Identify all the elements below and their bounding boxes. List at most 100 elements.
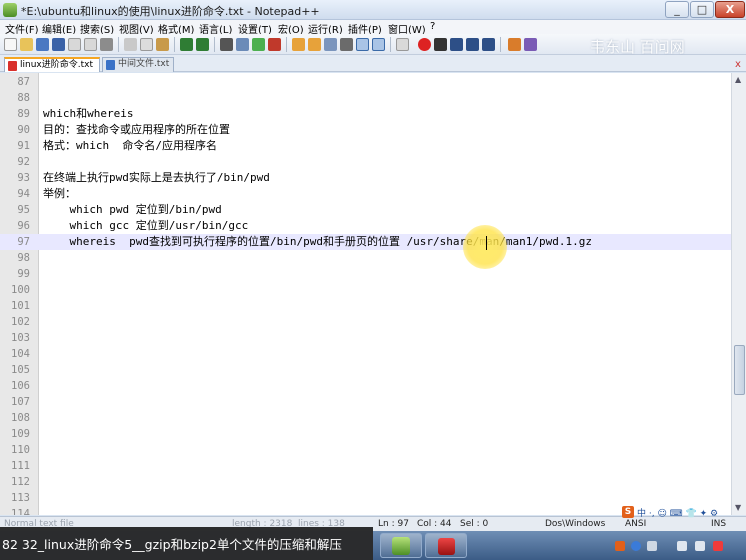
- network-tray-icon[interactable]: [677, 541, 687, 551]
- editor-line[interactable]: 113: [0, 490, 731, 506]
- editor-line[interactable]: 89 which和whereis: [0, 106, 731, 122]
- editor-line[interactable]: 110: [0, 442, 731, 458]
- editor-line[interactable]: 87: [0, 74, 731, 90]
- line-number: 93: [17, 172, 30, 184]
- cut-icon[interactable]: [124, 38, 137, 51]
- editor-line[interactable]: 96 which gcc 定位到/usr/bin/gcc: [0, 218, 731, 234]
- editor-line[interactable]: 111: [0, 458, 731, 474]
- maximize-button[interactable]: □: [690, 1, 714, 18]
- editor-line[interactable]: 102: [0, 314, 731, 330]
- tab-label: 中间文件.txt: [118, 59, 170, 69]
- save-macro-icon[interactable]: [482, 38, 495, 51]
- record-macro-icon[interactable]: [418, 38, 431, 51]
- line-number: 95: [17, 204, 30, 216]
- minimize-button[interactable]: _: [665, 1, 689, 18]
- close-tab-icon[interactable]: x: [735, 59, 741, 70]
- paste-icon[interactable]: [156, 38, 169, 51]
- line-text: which pwd 定位到/bin/pwd: [43, 203, 222, 216]
- status-line-number: Ln : 97: [378, 519, 409, 529]
- editor-line[interactable]: 92: [0, 154, 731, 170]
- status-column: Col : 44: [417, 519, 452, 529]
- play-macro-icon[interactable]: [450, 38, 463, 51]
- scroll-up-icon[interactable]: ▲: [735, 75, 741, 84]
- input-method-bar[interactable]: S 中 ·, ☺ ⌨ 👕 ✦ ⚙: [622, 506, 746, 519]
- close-button[interactable]: X: [715, 1, 745, 18]
- tab-bar: linux进阶命令.txt 中间文件.txt: [0, 55, 746, 72]
- editor-line[interactable]: 93 在终端上执行pwd实际上是去执行了/bin/pwd: [0, 170, 731, 186]
- caption-text: 82 32_linux进阶命令5__gzip和bzip2单个文件的压缩和解压: [2, 537, 342, 552]
- open-file-icon[interactable]: [20, 38, 33, 51]
- line-number: 107: [11, 396, 30, 408]
- vertical-scrollbar[interactable]: ▲ ▼: [731, 73, 746, 515]
- show-all-chars-icon[interactable]: [340, 38, 353, 51]
- sogou-logo-icon: S: [622, 506, 634, 518]
- editor-line[interactable]: 95 which pwd 定位到/bin/pwd: [0, 202, 731, 218]
- indent-guide-icon[interactable]: [356, 38, 369, 51]
- toolbar-separator: [118, 37, 119, 52]
- line-text: 格式：which 命令名/应用程序名: [43, 139, 217, 152]
- editor-line[interactable]: 100: [0, 282, 731, 298]
- sync-horizontal-icon[interactable]: [308, 38, 321, 51]
- line-number: 110: [11, 444, 30, 456]
- taskbar: [373, 531, 746, 560]
- undo-icon[interactable]: [180, 38, 193, 51]
- menu-help[interactable]: ?: [430, 21, 435, 32]
- toolbar-separator: [174, 37, 175, 52]
- save-all-icon[interactable]: [52, 38, 65, 51]
- sync-vertical-icon[interactable]: [292, 38, 305, 51]
- tab-linux-commands[interactable]: linux进阶命令.txt: [4, 57, 100, 72]
- function-list-icon[interactable]: [396, 38, 409, 51]
- editor-line[interactable]: 101: [0, 298, 731, 314]
- editor-line[interactable]: 103: [0, 330, 731, 346]
- notepad-taskbar-icon: [392, 537, 410, 555]
- line-number: 113: [11, 492, 30, 504]
- line-number: 109: [11, 428, 30, 440]
- toolbar-separator: [286, 37, 287, 52]
- doc-map-icon[interactable]: [372, 38, 385, 51]
- stop-macro-icon[interactable]: [434, 38, 447, 51]
- editor-line[interactable]: 104: [0, 346, 731, 362]
- tab-intermediate-file[interactable]: 中间文件.txt: [102, 57, 174, 72]
- word-wrap-icon[interactable]: [324, 38, 337, 51]
- editor-line[interactable]: 106: [0, 378, 731, 394]
- volume-tray-icon[interactable]: [695, 541, 705, 551]
- editor-line[interactable]: 107: [0, 394, 731, 410]
- editor-line[interactable]: 97 whereis pwd查找到可执行程序的位置/bin/pwd和手册页的位置…: [0, 234, 731, 250]
- editor-line[interactable]: 90 目的：查找命令或应用程序的所在位置: [0, 122, 731, 138]
- replace-icon[interactable]: [236, 38, 249, 51]
- plugin-icon[interactable]: [508, 38, 521, 51]
- editor-line[interactable]: 98: [0, 250, 731, 266]
- editor-line[interactable]: 99: [0, 266, 731, 282]
- save-icon[interactable]: [36, 38, 49, 51]
- menu-bar: 文件(F) 编辑(E) 搜索(S) 视图(V) 格式(M) 语言(L) 设置(T…: [0, 20, 746, 36]
- close-all-icon[interactable]: [84, 38, 97, 51]
- line-number: 112: [11, 476, 30, 488]
- zoom-in-icon[interactable]: [252, 38, 265, 51]
- editor-line[interactable]: 109: [0, 426, 731, 442]
- sogou-tray-icon[interactable]: [615, 541, 625, 551]
- scrollbar-thumb[interactable]: [734, 345, 745, 395]
- editor-line[interactable]: 94 举例：: [0, 186, 731, 202]
- recorder-taskbar-icon: [438, 538, 455, 555]
- new-file-icon[interactable]: [4, 38, 17, 51]
- taskbar-notepad-button[interactable]: [380, 533, 422, 558]
- flag-tray-icon[interactable]: [713, 541, 723, 551]
- editor-line[interactable]: 88: [0, 90, 731, 106]
- video-caption: 82 32_linux进阶命令5__gzip和bzip2单个文件的压缩和解压: [0, 527, 373, 560]
- redo-icon[interactable]: [196, 38, 209, 51]
- close-file-icon[interactable]: [68, 38, 81, 51]
- editor-line[interactable]: 112: [0, 474, 731, 490]
- spell-check-icon[interactable]: [524, 38, 537, 51]
- help-tray-icon[interactable]: [631, 541, 641, 551]
- editor-line[interactable]: 91 格式：which 命令名/应用程序名: [0, 138, 731, 154]
- arrow-tray-icon[interactable]: [647, 541, 657, 551]
- text-editor[interactable]: 87 88 89 which和whereis 90 目的：查找命令或应用程序的所在位置 91…: [0, 73, 731, 515]
- find-icon[interactable]: [220, 38, 233, 51]
- editor-line[interactable]: 108: [0, 410, 731, 426]
- taskbar-app-button[interactable]: [425, 533, 467, 558]
- zoom-out-icon[interactable]: [268, 38, 281, 51]
- editor-line[interactable]: 105: [0, 362, 731, 378]
- print-icon[interactable]: [100, 38, 113, 51]
- copy-icon[interactable]: [140, 38, 153, 51]
- play-multiple-macro-icon[interactable]: [466, 38, 479, 51]
